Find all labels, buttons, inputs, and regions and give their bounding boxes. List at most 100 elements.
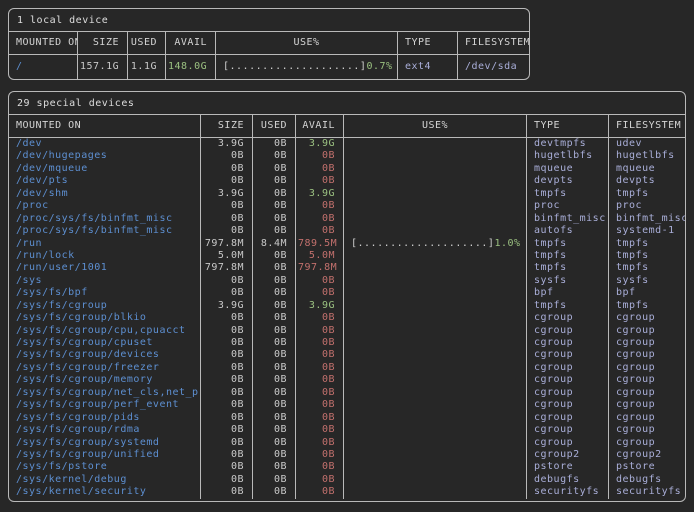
use-percent-cell bbox=[344, 200, 527, 212]
use-percent-cell bbox=[344, 150, 527, 162]
used-cell: 1.1G bbox=[128, 55, 166, 79]
usage-bar: [....................] bbox=[223, 55, 366, 79]
use-percent-cell bbox=[344, 461, 527, 473]
type-cell: cgroup bbox=[527, 337, 609, 349]
mountpoint-cell: /run/lock bbox=[9, 250, 201, 262]
type-cell: securityfs bbox=[527, 486, 609, 498]
use-percent-cell bbox=[344, 287, 527, 299]
size-cell: 0B bbox=[201, 150, 253, 162]
mountpoint-cell: /sys/fs/cgroup/cpuset bbox=[9, 337, 201, 349]
mountpoint-cell: /run/user/1001 bbox=[9, 262, 201, 274]
column-header-size: SIZE bbox=[201, 115, 253, 138]
avail-cell: 0B bbox=[296, 312, 344, 324]
type-cell: autofs bbox=[527, 225, 609, 237]
size-cell: 5.0M bbox=[201, 250, 253, 262]
use-percent-cell bbox=[344, 250, 527, 262]
type-cell: cgroup bbox=[527, 387, 609, 399]
size-cell: 0B bbox=[201, 399, 253, 411]
used-cell: 0B bbox=[253, 325, 296, 337]
local-devices-title: 1 local device bbox=[9, 9, 529, 32]
avail-cell: 3.9G bbox=[296, 300, 344, 312]
mountpoint-cell: /dev/mqueue bbox=[9, 163, 201, 175]
used-cell: 0B bbox=[253, 262, 296, 274]
use-percent-cell bbox=[344, 138, 527, 150]
column-header-avail: AVAIL bbox=[296, 115, 344, 138]
mountpoint-cell: /dev/hugepages bbox=[9, 150, 201, 162]
use-percent-cell bbox=[344, 325, 527, 337]
used-cell: 0B bbox=[253, 437, 296, 449]
avail-cell: 0B bbox=[296, 387, 344, 399]
use-percent-cell bbox=[344, 175, 527, 187]
use-percent-cell bbox=[344, 387, 527, 399]
avail-cell: 0B bbox=[296, 437, 344, 449]
used-cell: 0B bbox=[253, 337, 296, 349]
avail-cell: 0B bbox=[296, 213, 344, 225]
size-cell: 0B bbox=[201, 349, 253, 361]
filesystem-cell: cgroup bbox=[609, 437, 685, 449]
mountpoint-cell: /sys/fs/pstore bbox=[9, 461, 201, 473]
mountpoint-cell: /run bbox=[9, 238, 201, 250]
use-percent-cell bbox=[344, 337, 527, 349]
filesystem-cell: cgroup bbox=[609, 374, 685, 386]
use-percent-cell bbox=[344, 188, 527, 200]
use-percent-cell bbox=[344, 474, 527, 486]
mountpoint-cell: /sys bbox=[9, 275, 201, 287]
used-cell: 0B bbox=[253, 374, 296, 386]
size-cell: 0B bbox=[201, 387, 253, 399]
size-cell: 0B bbox=[201, 449, 253, 461]
avail-cell: 0B bbox=[296, 374, 344, 386]
mountpoint-cell: /sys/fs/cgroup/pids bbox=[9, 412, 201, 424]
filesystem-cell: cgroup bbox=[609, 387, 685, 399]
filesystem-cell: cgroup bbox=[609, 399, 685, 411]
size-cell: 0B bbox=[201, 163, 253, 175]
mountpoint-cell: /dev/pts bbox=[9, 175, 201, 187]
mountpoint-cell: /sys/fs/cgroup/memory bbox=[9, 374, 201, 386]
mountpoint-cell: /proc/sys/fs/binfmt_misc bbox=[9, 225, 201, 237]
avail-cell: 0B bbox=[296, 399, 344, 411]
use-percent-cell: [....................]0.7% bbox=[216, 55, 398, 79]
filesystem-cell: tmpfs bbox=[609, 262, 685, 274]
filesystem-cell: debugfs bbox=[609, 474, 685, 486]
column-header-type: TYPE bbox=[527, 115, 609, 138]
used-cell: 0B bbox=[253, 188, 296, 200]
used-cell: 0B bbox=[253, 138, 296, 150]
type-cell: cgroup bbox=[527, 412, 609, 424]
size-cell: 0B bbox=[201, 362, 253, 374]
use-percent-cell bbox=[344, 374, 527, 386]
avail-cell: 0B bbox=[296, 424, 344, 436]
column-header-used: USED bbox=[128, 32, 166, 55]
filesystem-cell: tmpfs bbox=[609, 188, 685, 200]
type-cell: cgroup bbox=[527, 325, 609, 337]
avail-cell: 0B bbox=[296, 225, 344, 237]
mountpoint-cell: /dev bbox=[9, 138, 201, 150]
type-cell: cgroup bbox=[527, 349, 609, 361]
type-cell: sysfs bbox=[527, 275, 609, 287]
avail-cell: 0B bbox=[296, 486, 344, 498]
use-percent-cell bbox=[344, 225, 527, 237]
filesystem-cell: /dev/sda bbox=[458, 55, 529, 79]
avail-cell: 0B bbox=[296, 349, 344, 361]
type-cell: cgroup bbox=[527, 437, 609, 449]
filesystem-cell: bpf bbox=[609, 287, 685, 299]
use-percent-cell bbox=[344, 437, 527, 449]
filesystem-cell: cgroup bbox=[609, 412, 685, 424]
avail-cell: 5.0M bbox=[296, 250, 344, 262]
used-cell: 0B bbox=[253, 449, 296, 461]
special-devices-grid: MOUNTED ONSIZEUSEDAVAILUSE%TYPEFILESYSTE… bbox=[9, 115, 685, 501]
mountpoint-cell: /sys/fs/cgroup/blkio bbox=[9, 312, 201, 324]
type-cell: mqueue bbox=[527, 163, 609, 175]
filesystem-cell: sysfs bbox=[609, 275, 685, 287]
size-cell: 0B bbox=[201, 486, 253, 498]
column-header-mountedon: MOUNTED ON bbox=[9, 32, 78, 55]
use-percent-cell: [....................]1.0% bbox=[344, 238, 527, 250]
mountpoint-cell: /sys/fs/cgroup/net_cls,net_prio bbox=[9, 387, 201, 399]
filesystem-cell: tmpfs bbox=[609, 250, 685, 262]
use-percent-cell bbox=[344, 213, 527, 225]
size-cell: 0B bbox=[201, 175, 253, 187]
used-cell: 0B bbox=[253, 275, 296, 287]
used-cell: 0B bbox=[253, 250, 296, 262]
avail-cell: 0B bbox=[296, 275, 344, 287]
column-header-size: SIZE bbox=[78, 32, 128, 55]
column-header-filesystem: FILESYSTEM bbox=[609, 115, 685, 138]
type-cell: debugfs bbox=[527, 474, 609, 486]
